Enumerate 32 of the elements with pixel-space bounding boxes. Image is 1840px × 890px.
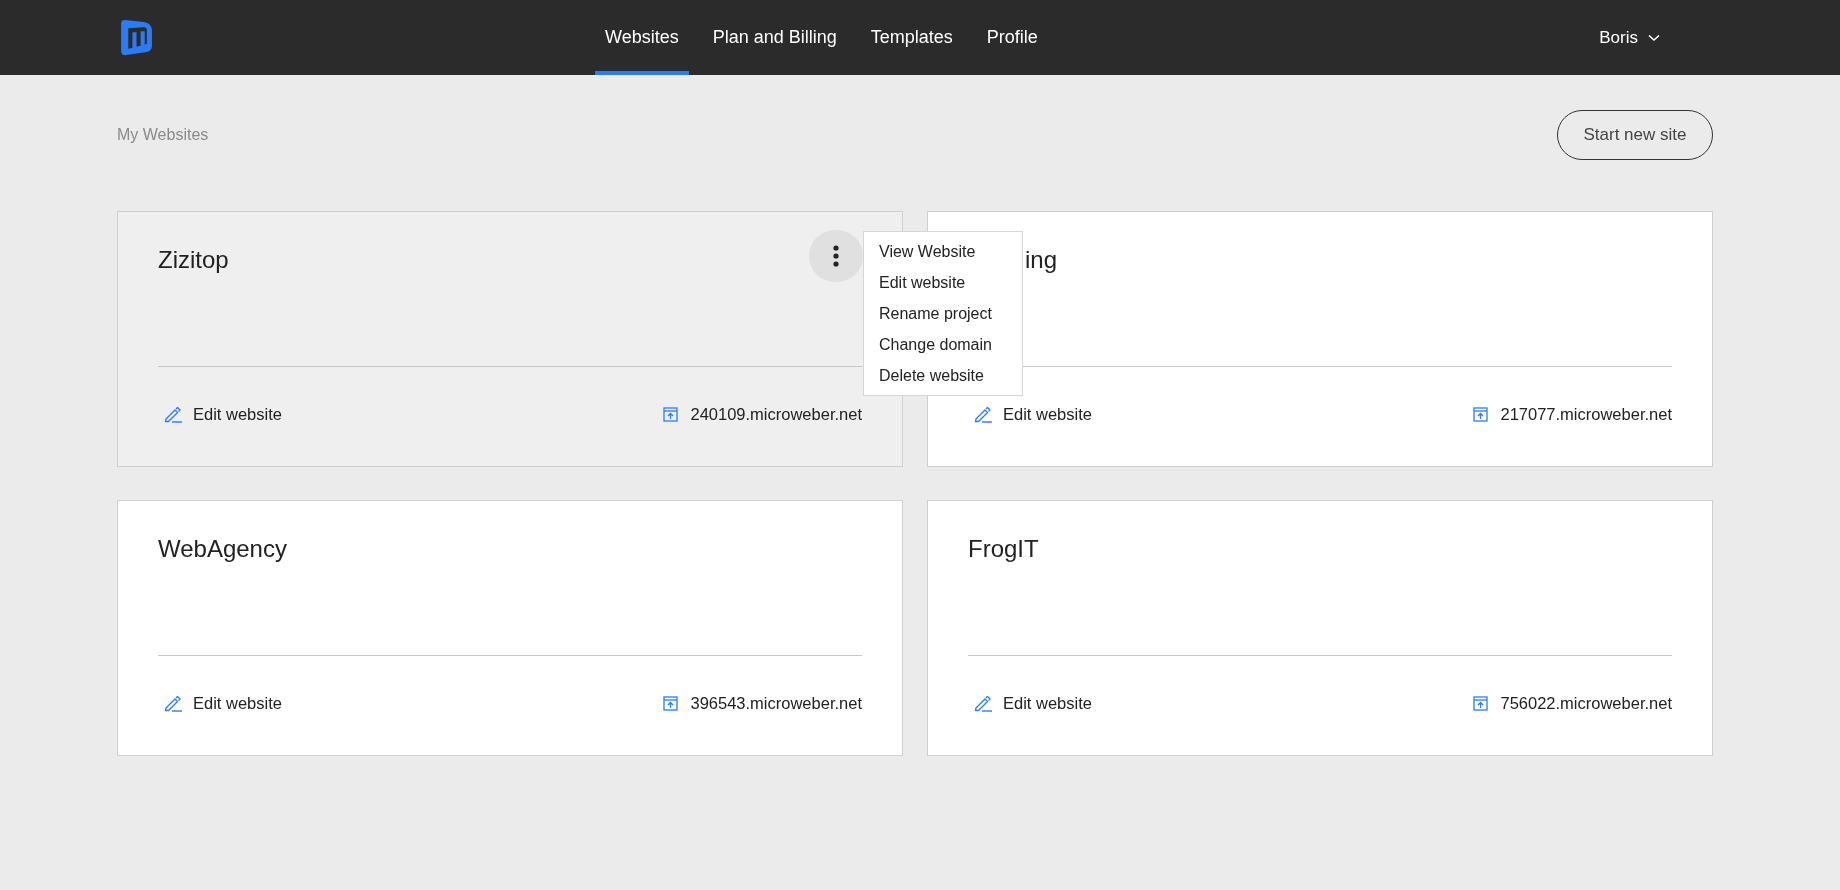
pencil-icon xyxy=(164,694,183,712)
domain-link[interactable]: 240109.microweber.net xyxy=(663,401,862,427)
start-new-site-button[interactable]: Start new site xyxy=(1557,110,1713,160)
website-card[interactable]: FrogIT Edit website 756022.microweber.net xyxy=(927,500,1713,756)
pencil-icon xyxy=(974,405,993,423)
edit-website-link[interactable]: Edit website xyxy=(158,401,282,427)
upload-box-icon xyxy=(1473,695,1489,711)
website-title: FrogIT xyxy=(968,534,1039,564)
nav-tab[interactable]: Profile xyxy=(976,0,1048,75)
more-options-button[interactable] xyxy=(809,230,863,282)
kebab-icon xyxy=(833,245,839,267)
website-title: Zizitop xyxy=(158,245,229,275)
edit-website-link[interactable]: Edit website xyxy=(968,690,1092,716)
domain-link[interactable]: 396543.microweber.net xyxy=(663,690,862,716)
pencil-icon xyxy=(164,405,183,423)
nav-tab[interactable]: Websites xyxy=(595,0,689,75)
chevron-down-icon xyxy=(1648,33,1660,42)
user-menu[interactable]: Boris xyxy=(1599,24,1660,51)
domain-link[interactable]: 756022.microweber.net xyxy=(1473,690,1672,716)
upload-box-icon xyxy=(663,406,679,422)
nav-tab[interactable]: Templates xyxy=(860,0,963,75)
pencil-icon xyxy=(974,694,993,712)
domain-link[interactable]: 217077.microweber.net xyxy=(1473,401,1672,427)
upload-box-icon xyxy=(1473,406,1489,422)
edit-website-link[interactable]: Edit website xyxy=(968,401,1092,427)
nav-tab[interactable]: Plan and Billing xyxy=(702,0,847,75)
website-card[interactable]: WebAgency Edit website 396543.microweber.net xyxy=(117,500,903,756)
page-title: My Websites xyxy=(117,125,209,145)
website-title: ing xyxy=(1025,245,1058,275)
upload-box-icon xyxy=(663,695,679,711)
edit-website-link[interactable]: Edit website xyxy=(158,690,282,716)
website-title: WebAgency xyxy=(158,534,287,564)
